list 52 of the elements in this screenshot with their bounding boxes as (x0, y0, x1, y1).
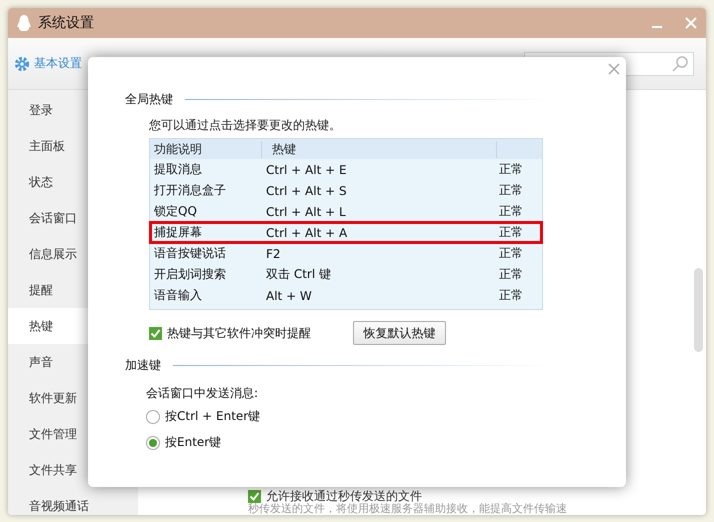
function-cell-text: 开启划词搜索 (153, 266, 227, 283)
settings-icon (14, 56, 30, 72)
status-cell-text: 正常 (498, 245, 524, 262)
hotkey-row[interactable]: 语音按键说话 F2 正常 (150, 243, 542, 264)
status-cell-text: 正常 (498, 224, 524, 241)
status-cell-text: 正常 (498, 182, 524, 199)
function-cell-text: 语音输入 (153, 287, 203, 304)
restore-defaults-button[interactable]: 恢复默认热键 (353, 321, 446, 345)
function-cell-text: 捕捉屏幕 (153, 224, 203, 241)
close-button[interactable] (606, 61, 622, 77)
note-text: 秒传发送的文件，将使用极速服务器辅助接收，能提高文件传输速 (248, 503, 568, 515)
hotkey-cell-text: Ctrl + Alt + L (265, 204, 347, 218)
radio-button[interactable] (146, 410, 160, 424)
status-cell-text: 正常 (498, 287, 524, 304)
hotkey-cell-text: Alt + W (265, 288, 313, 302)
hotkey-cell-text: F2 (265, 246, 282, 260)
hotkey-cell-text: 双击 Ctrl 键 (265, 266, 332, 283)
radio-label: 按Ctrl + Enter键 (165, 408, 260, 425)
section-title: 全局热键 (125, 91, 173, 108)
radio-button[interactable] (146, 436, 160, 450)
scrollbar-thumb[interactable] (694, 268, 703, 352)
hotkey-row[interactable]: 打开消息盒子 Ctrl + Alt + S 正常 (150, 180, 542, 201)
hotkey-row[interactable]: 语音输入 Alt + W 正常 (150, 285, 542, 306)
checkbox-label: 允许接收通过秒传发送的文件 (266, 489, 422, 503)
hotkey-cell-text: Ctrl + Alt + E (265, 162, 348, 176)
function-cell-text: 锁定QQ (153, 203, 198, 220)
hotkey-cell-text: Ctrl + Alt + S (265, 184, 348, 198)
function-cell-text: 打开消息盒子 (153, 182, 227, 199)
radio-label: 按Enter键 (165, 434, 222, 451)
checkbox-label: 热键与其它软件冲突时提醒 (167, 324, 312, 342)
column-header: 功能说明 (150, 140, 262, 158)
status-cell-text: 正常 (498, 203, 524, 220)
close-icon[interactable] (684, 16, 698, 30)
description-text: 您可以通过点击选择要更改的热键。 (149, 117, 342, 134)
sidebar-item[interactable]: 音视频通话 (8, 488, 138, 515)
search-icon[interactable] (671, 54, 689, 72)
checkbox[interactable] (149, 326, 162, 340)
hotkey-row[interactable]: 开启划词搜索 双击 Ctrl 键 正常 (150, 264, 542, 285)
hotkey-row[interactable]: 锁定QQ Ctrl + Alt + L 正常 (150, 201, 542, 222)
prompt-text: 会话窗口中发送消息: (146, 385, 260, 402)
status-cell-text: 正常 (498, 266, 524, 283)
checkbox[interactable] (248, 490, 261, 502)
column-header: 热键 (262, 140, 497, 158)
hotkey-row[interactable]: 捕捉屏幕 Ctrl + Alt + A 正常 (150, 222, 542, 243)
hotkey-row[interactable]: 提取消息 Ctrl + Alt + E 正常 (150, 159, 542, 180)
status-cell-text: 正常 (498, 161, 524, 178)
function-cell-text: 提取消息 (153, 161, 203, 178)
window-title: 系统设置 (38, 14, 95, 32)
function-cell-text: 语音按键说话 (153, 245, 227, 262)
section-title: 加速键 (125, 357, 161, 374)
hotkey-cell-text: Ctrl + Alt + A (265, 226, 348, 240)
penguin-icon (16, 14, 32, 32)
